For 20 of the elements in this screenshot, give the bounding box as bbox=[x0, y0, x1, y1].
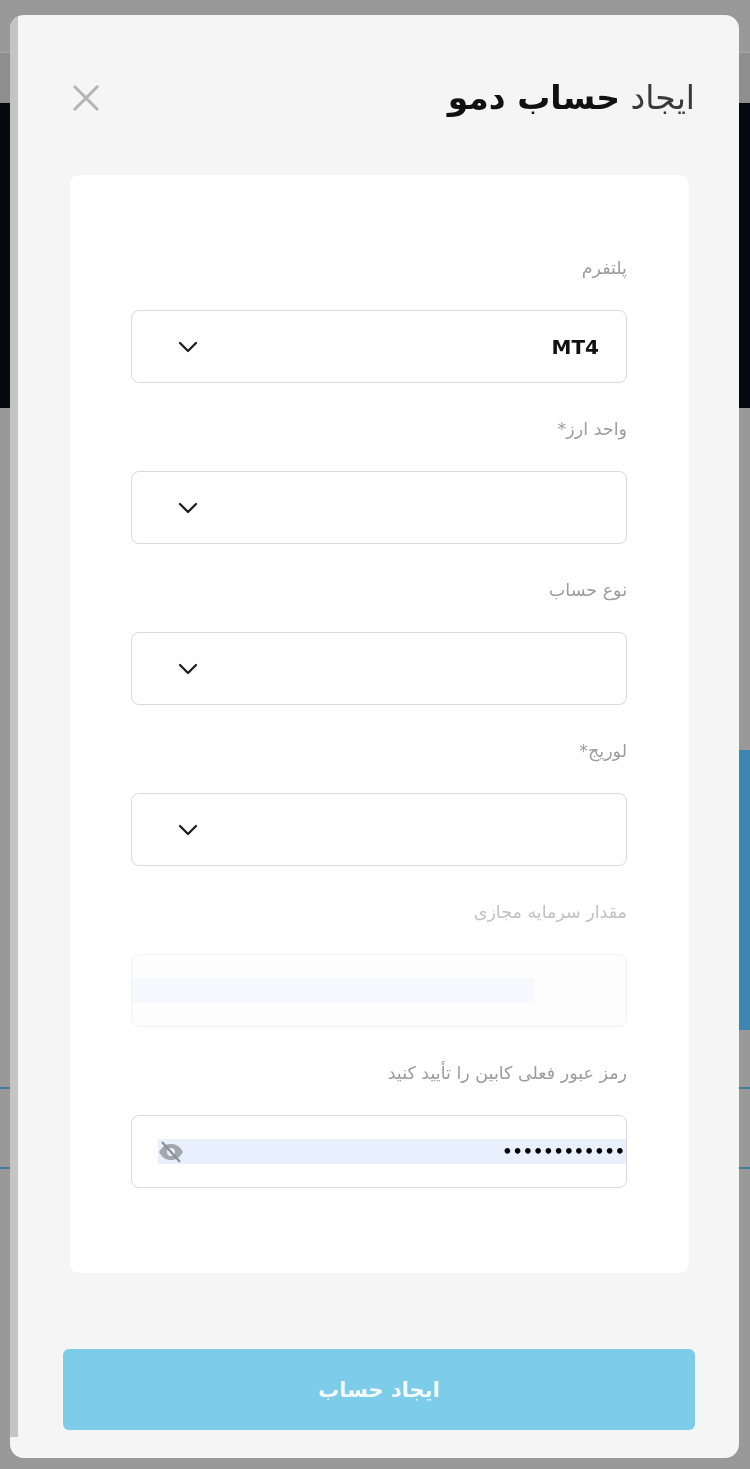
field-label: رمز عبور فعلی کابین را تأیید کنید bbox=[387, 1063, 627, 1083]
chevron-down-icon bbox=[178, 662, 198, 675]
select-field[interactable] bbox=[131, 632, 627, 705]
close-button[interactable] bbox=[72, 85, 100, 111]
field-label: نوع حساب bbox=[548, 580, 627, 600]
field-label: مقدار سرمایه مجازی bbox=[473, 902, 627, 922]
field-label: پلتفرم bbox=[581, 258, 627, 278]
field-label: لوریج* bbox=[579, 741, 627, 761]
scrollbar[interactable] bbox=[10, 15, 18, 1437]
chevron-down-icon bbox=[178, 340, 198, 353]
close-icon bbox=[72, 85, 100, 111]
select-field[interactable]: MT4 bbox=[131, 310, 627, 383]
select-field[interactable] bbox=[131, 793, 627, 866]
eye-slash-icon[interactable] bbox=[158, 1140, 184, 1163]
select-field[interactable] bbox=[131, 471, 627, 544]
chevron-down-icon bbox=[178, 823, 198, 836]
password-field[interactable]: •••••••••••• bbox=[131, 1115, 627, 1188]
chevron-down-icon bbox=[178, 501, 198, 514]
field-label: واحد ارز* bbox=[557, 419, 627, 439]
dialog-title: ایجاد حساب دمو bbox=[447, 77, 695, 119]
